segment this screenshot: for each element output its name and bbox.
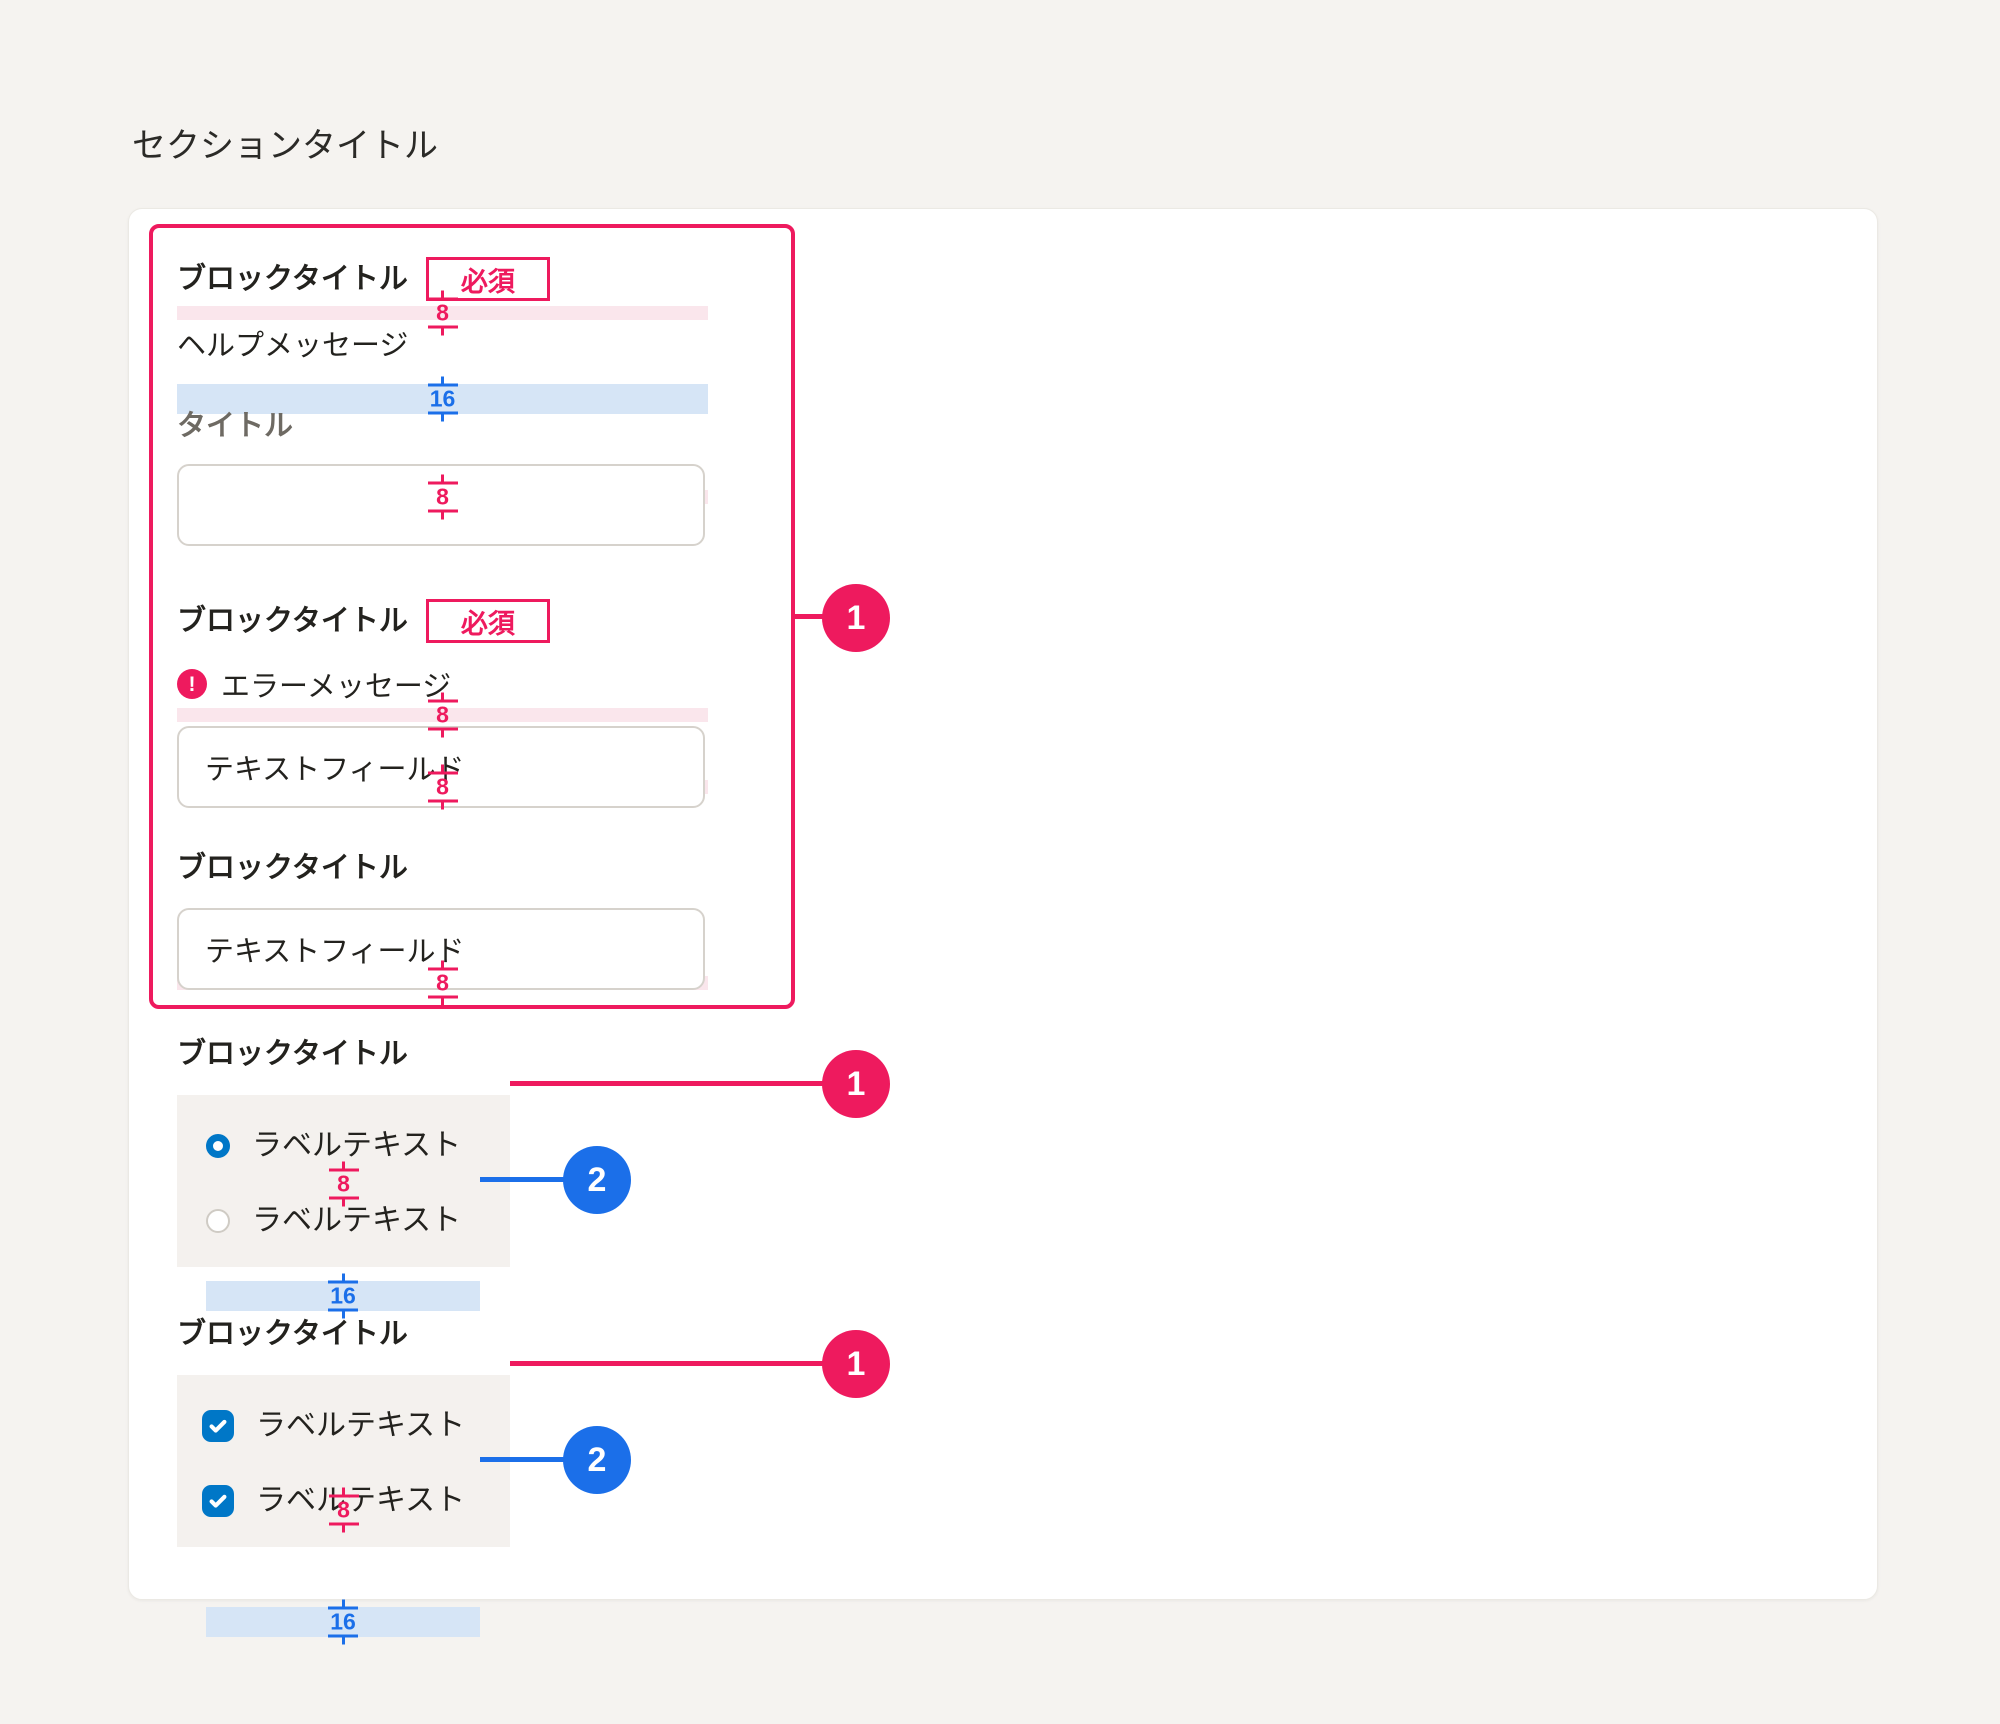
measure-value: 8 xyxy=(434,703,451,728)
measure-tick xyxy=(441,731,444,738)
error-message-row: ! エラーメッセージ xyxy=(177,664,451,704)
callout-number: 2 xyxy=(588,1441,607,1480)
callout-1: 1 xyxy=(822,1050,890,1118)
spacing-measure-8: 8 xyxy=(428,291,458,336)
radio-block-title-row: ブロックタイトル xyxy=(177,1034,408,1074)
radio-label[interactable]: ラベルテキスト xyxy=(252,1206,461,1236)
spacing-measure-8: 8 xyxy=(329,1162,359,1207)
measure-tick xyxy=(441,377,444,384)
checkbox-label[interactable]: ラベルテキスト xyxy=(256,1411,465,1441)
radio-option-row[interactable]: ラベルテキスト xyxy=(206,1126,461,1166)
measure-tick xyxy=(342,1600,345,1607)
callout-2: 2 xyxy=(563,1426,631,1494)
callout-2: 2 xyxy=(563,1146,631,1214)
checkbox-block-title-row: ブロックタイトル xyxy=(177,1314,408,1354)
block2-title-row: ブロックタイトル 必須 xyxy=(177,596,550,646)
measure-tick xyxy=(441,475,444,482)
spacing-measure-8: 8 xyxy=(428,765,458,810)
callout-1: 1 xyxy=(822,1330,890,1398)
error-message: エラーメッセージ xyxy=(221,663,451,705)
block2-title: ブロックタイトル xyxy=(177,607,408,636)
field-label: タイトル xyxy=(177,406,293,446)
block1-title-row: ブロックタイトル 必須 xyxy=(177,254,550,304)
spacing-bar-8: 8 xyxy=(177,708,708,722)
measure-value: 8 xyxy=(434,775,451,800)
help-message: ヘルプメッセージ xyxy=(177,326,408,366)
radio-block-title: ブロックタイトル xyxy=(177,1040,408,1069)
text-field-value: テキストフィールド xyxy=(205,928,465,970)
checkbox-block-title: ブロックタイトル xyxy=(177,1320,408,1349)
section-title: セクションタイトル xyxy=(132,122,438,170)
spacing-measure-16: 16 xyxy=(328,1600,358,1645)
radio-label[interactable]: ラベルテキスト xyxy=(252,1131,461,1161)
measure-tick xyxy=(441,961,444,968)
measure-value: 8 xyxy=(335,1498,352,1523)
measure-tick xyxy=(441,513,444,520)
block3-title-row: ブロックタイトル xyxy=(177,848,408,888)
measure-tick xyxy=(441,803,444,810)
callout-connector xyxy=(510,1081,825,1086)
measure-tick xyxy=(441,765,444,772)
spacing-bar-16: 16 xyxy=(206,1281,480,1311)
measure-value: 16 xyxy=(328,1284,358,1309)
text-field-value: テキストフィールド xyxy=(205,746,465,788)
spacing-measure-8: 8 xyxy=(428,961,458,1006)
measure-value: 8 xyxy=(434,301,451,326)
checkbox-label[interactable]: ラベルテキスト xyxy=(256,1486,465,1516)
measure-value: 8 xyxy=(434,485,451,510)
measure-tick xyxy=(342,1162,345,1169)
spacing-measure-8: 8 xyxy=(329,1488,359,1533)
measure-value: 16 xyxy=(328,1610,358,1635)
callout-connector xyxy=(480,1177,570,1182)
measure-tick xyxy=(342,1488,345,1495)
radio-button-unselected[interactable] xyxy=(206,1209,230,1233)
checkbox-checked[interactable] xyxy=(202,1410,234,1442)
page: セクションタイトル ブロックタイトル 必須 8 ヘルプメッセージ 16 タイトル xyxy=(0,0,2000,1724)
spacing-measure-8: 8 xyxy=(428,475,458,520)
checkbox-option-row[interactable]: ラベルテキスト xyxy=(202,1406,465,1446)
measure-tick xyxy=(441,329,444,336)
block3-title: ブロックタイトル xyxy=(177,854,408,883)
spacing-measure-8: 8 xyxy=(428,693,458,738)
spacing-bar-16: 16 xyxy=(206,1607,480,1637)
radio-option-row[interactable]: ラベルテキスト xyxy=(206,1201,461,1241)
measure-value: 8 xyxy=(335,1172,352,1197)
callout-number: 2 xyxy=(588,1161,607,1200)
spacing-measure-16: 16 xyxy=(428,377,458,422)
measure-tick xyxy=(441,693,444,700)
callout-connector xyxy=(510,1361,825,1366)
measure-tick xyxy=(441,999,444,1006)
radio-button-selected[interactable] xyxy=(206,1134,230,1158)
measure-value: 16 xyxy=(428,387,458,412)
measure-tick xyxy=(342,1526,345,1533)
check-icon xyxy=(207,1415,229,1437)
measure-tick xyxy=(342,1638,345,1645)
required-badge: 必須 xyxy=(426,599,550,643)
measure-tick xyxy=(441,291,444,298)
callout-connector xyxy=(480,1457,570,1462)
spacing-measure-16: 16 xyxy=(328,1274,358,1319)
spacing-bar-8: 8 xyxy=(177,306,708,320)
block1-title: ブロックタイトル xyxy=(177,265,408,294)
callout-1: 1 xyxy=(822,584,890,652)
callout-number: 1 xyxy=(847,1065,866,1104)
measure-tick xyxy=(441,415,444,422)
error-icon: ! xyxy=(177,669,207,699)
measure-tick xyxy=(342,1274,345,1281)
callout-number: 1 xyxy=(847,1345,866,1384)
measure-value: 8 xyxy=(434,971,451,996)
measure-tick xyxy=(342,1312,345,1319)
check-icon xyxy=(207,1490,229,1512)
checkbox-checked[interactable] xyxy=(202,1485,234,1517)
callout-number: 1 xyxy=(847,599,866,638)
measure-tick xyxy=(342,1200,345,1207)
